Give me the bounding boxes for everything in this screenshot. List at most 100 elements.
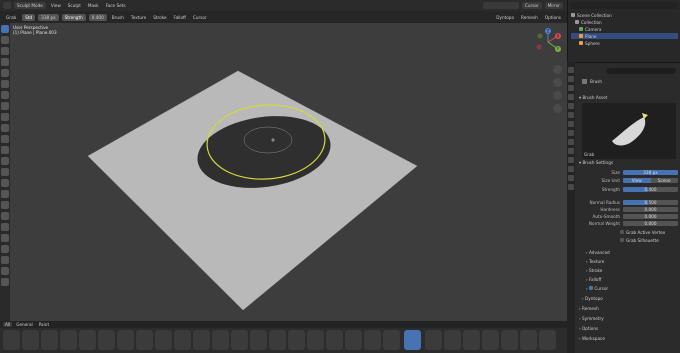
tool-cloth-filter-icon[interactable] — [1, 256, 9, 264]
brush-slot-16[interactable] — [288, 330, 305, 350]
shelf-tab-general[interactable]: General — [14, 322, 35, 327]
subsection-advanced[interactable]: › Advanced — [586, 250, 610, 255]
menu-cursor[interactable]: Cursor — [191, 15, 209, 20]
size-unit-scene[interactable]: Scene — [650, 177, 678, 183]
world-tab-icon[interactable] — [568, 112, 574, 118]
menu-options[interactable]: Options — [543, 15, 563, 20]
brush-slot-25[interactable] — [463, 330, 480, 350]
brush-slot-12[interactable] — [212, 330, 229, 350]
mirror-menu[interactable]: Mirror — [544, 2, 563, 9]
brush-preview[interactable]: Grab — [582, 103, 676, 159]
tool-crease-icon[interactable] — [1, 58, 9, 66]
menu-view[interactable]: View — [49, 3, 63, 8]
tool-smooth-icon[interactable] — [1, 69, 9, 77]
viewport-shading-buttons[interactable] — [482, 2, 519, 9]
section-workspace[interactable]: › Workspace — [579, 336, 605, 341]
outliner-scene-collection[interactable]: Scene Collection — [571, 12, 678, 18]
grab-active-vertex-checkbox[interactable] — [620, 230, 624, 234]
tool-inflate-icon[interactable] — [1, 124, 9, 132]
section-brush-settings[interactable]: ▾ Brush Settings — [579, 160, 613, 165]
brush-slot-6[interactable] — [98, 330, 115, 350]
menu-remesh[interactable]: Remesh — [519, 15, 540, 20]
navigation-gizmo[interactable]: X Y Z — [532, 27, 564, 57]
tool-flatten-icon[interactable] — [1, 80, 9, 88]
gizmo-neg-y-icon[interactable] — [537, 33, 543, 39]
brush-slot-13[interactable] — [231, 330, 248, 350]
texture-tab-icon[interactable] — [568, 184, 574, 190]
tool-move-icon[interactable] — [1, 267, 9, 275]
radius-field[interactable]: 338 px — [38, 13, 59, 21]
camera-view-icon[interactable] — [553, 91, 562, 100]
normal-radius-field[interactable]: 0.500 — [623, 199, 678, 205]
section-brush-asset[interactable]: ▾ Brush Asset — [579, 95, 607, 100]
strength-field[interactable]: 0.400 — [88, 13, 107, 21]
outliner-item-sphere[interactable]: Sphere — [571, 40, 678, 46]
menu-brush[interactable]: Brush — [110, 15, 126, 20]
tool-transform-icon[interactable] — [1, 278, 9, 286]
menu-dyntopo[interactable]: Dyntopo — [494, 15, 516, 20]
physics-tab-icon[interactable] — [568, 148, 574, 154]
grab-silhouette-checkbox[interactable] — [620, 238, 624, 242]
brush-slot-11[interactable] — [193, 330, 210, 350]
brush-slot-4[interactable] — [60, 330, 77, 350]
shelf-tab-paint[interactable]: Paint — [37, 322, 51, 327]
editor-type-icon[interactable] — [3, 2, 11, 9]
brush-slot-7[interactable] — [117, 330, 134, 350]
subsection-falloff[interactable]: › Falloff — [586, 277, 601, 282]
strength-field[interactable]: 0.400 — [623, 186, 678, 192]
menu-face-sets[interactable]: Face Sets — [104, 3, 128, 8]
tool-snake-hook-icon[interactable] — [1, 135, 9, 143]
section-remesh[interactable]: › Remesh — [579, 306, 599, 311]
output-tab-icon[interactable] — [568, 85, 574, 91]
brush-slot-28[interactable] — [520, 330, 537, 350]
material-tab-icon[interactable] — [568, 175, 574, 181]
brush-slot-2[interactable] — [22, 330, 39, 350]
menu-falloff[interactable]: Falloff — [172, 15, 188, 20]
brush-slot-26[interactable] — [482, 330, 499, 350]
tool-name[interactable]: Grab — [3, 14, 19, 21]
tool-pinch-icon[interactable] — [1, 113, 9, 121]
grid-view-icon[interactable] — [553, 104, 562, 113]
size-unit-view[interactable]: View — [623, 177, 651, 183]
brush-slot-10[interactable] — [174, 330, 191, 350]
tool-pose-icon[interactable] — [1, 157, 9, 165]
brush-slot-18[interactable] — [326, 330, 343, 350]
tool-box-mask-icon[interactable] — [1, 201, 9, 209]
brush-slot-27[interactable] — [501, 330, 518, 350]
menu-stroke[interactable]: Stroke — [151, 15, 168, 20]
auto-smooth-field[interactable]: 0.000 — [623, 213, 678, 219]
zoom-icon[interactable] — [553, 65, 562, 74]
tool-face-set-icon[interactable] — [1, 212, 9, 220]
brush-slot-14[interactable] — [250, 330, 267, 350]
normal-weight-field[interactable]: 0.000 — [623, 220, 678, 226]
brush-slot-9[interactable] — [155, 330, 172, 350]
render-tab-icon[interactable] — [568, 76, 574, 82]
brush-slot-20[interactable] — [364, 330, 381, 350]
shelf-tab-all[interactable]: All — [3, 322, 13, 327]
section-symmetry[interactable]: › Symmetry — [579, 316, 604, 321]
tool-tab-icon[interactable] — [568, 67, 574, 73]
tool-scrape-icon[interactable] — [1, 102, 9, 110]
object-tab-icon[interactable] — [568, 121, 574, 127]
outliner-item-plane[interactable]: Plane — [571, 33, 678, 39]
radius-mode-toggle[interactable]: Std — [22, 13, 36, 21]
brush-slot-19[interactable] — [345, 330, 362, 350]
hardness-field[interactable]: 0.000 — [623, 206, 678, 212]
tool-rotate-icon[interactable] — [1, 179, 9, 187]
constraints-tab-icon[interactable] — [568, 157, 574, 163]
tool-trim-icon[interactable] — [1, 223, 9, 231]
gizmo-neg-x-icon[interactable] — [536, 44, 542, 50]
3d-viewport[interactable]: User Perspective (1) Plane | Plane.003 X… — [10, 23, 567, 329]
mode-dropdown[interactable]: Sculpt Mode — [14, 2, 46, 9]
brush-slot-17[interactable] — [307, 330, 324, 350]
data-tab-icon[interactable] — [568, 166, 574, 172]
brush-slot-1[interactable] — [3, 330, 20, 350]
tool-clay-icon[interactable] — [1, 47, 9, 55]
view-layer-tab-icon[interactable] — [568, 94, 574, 100]
tool-nudge-icon[interactable] — [1, 168, 9, 176]
outliner-item-collection[interactable]: Collection — [571, 19, 678, 25]
menu-mask[interactable]: Mask — [86, 3, 101, 8]
tool-fill-icon[interactable] — [1, 91, 9, 99]
tool-mesh-filter-icon[interactable] — [1, 245, 9, 253]
cursor-checkbox-icon[interactable] — [589, 286, 594, 290]
